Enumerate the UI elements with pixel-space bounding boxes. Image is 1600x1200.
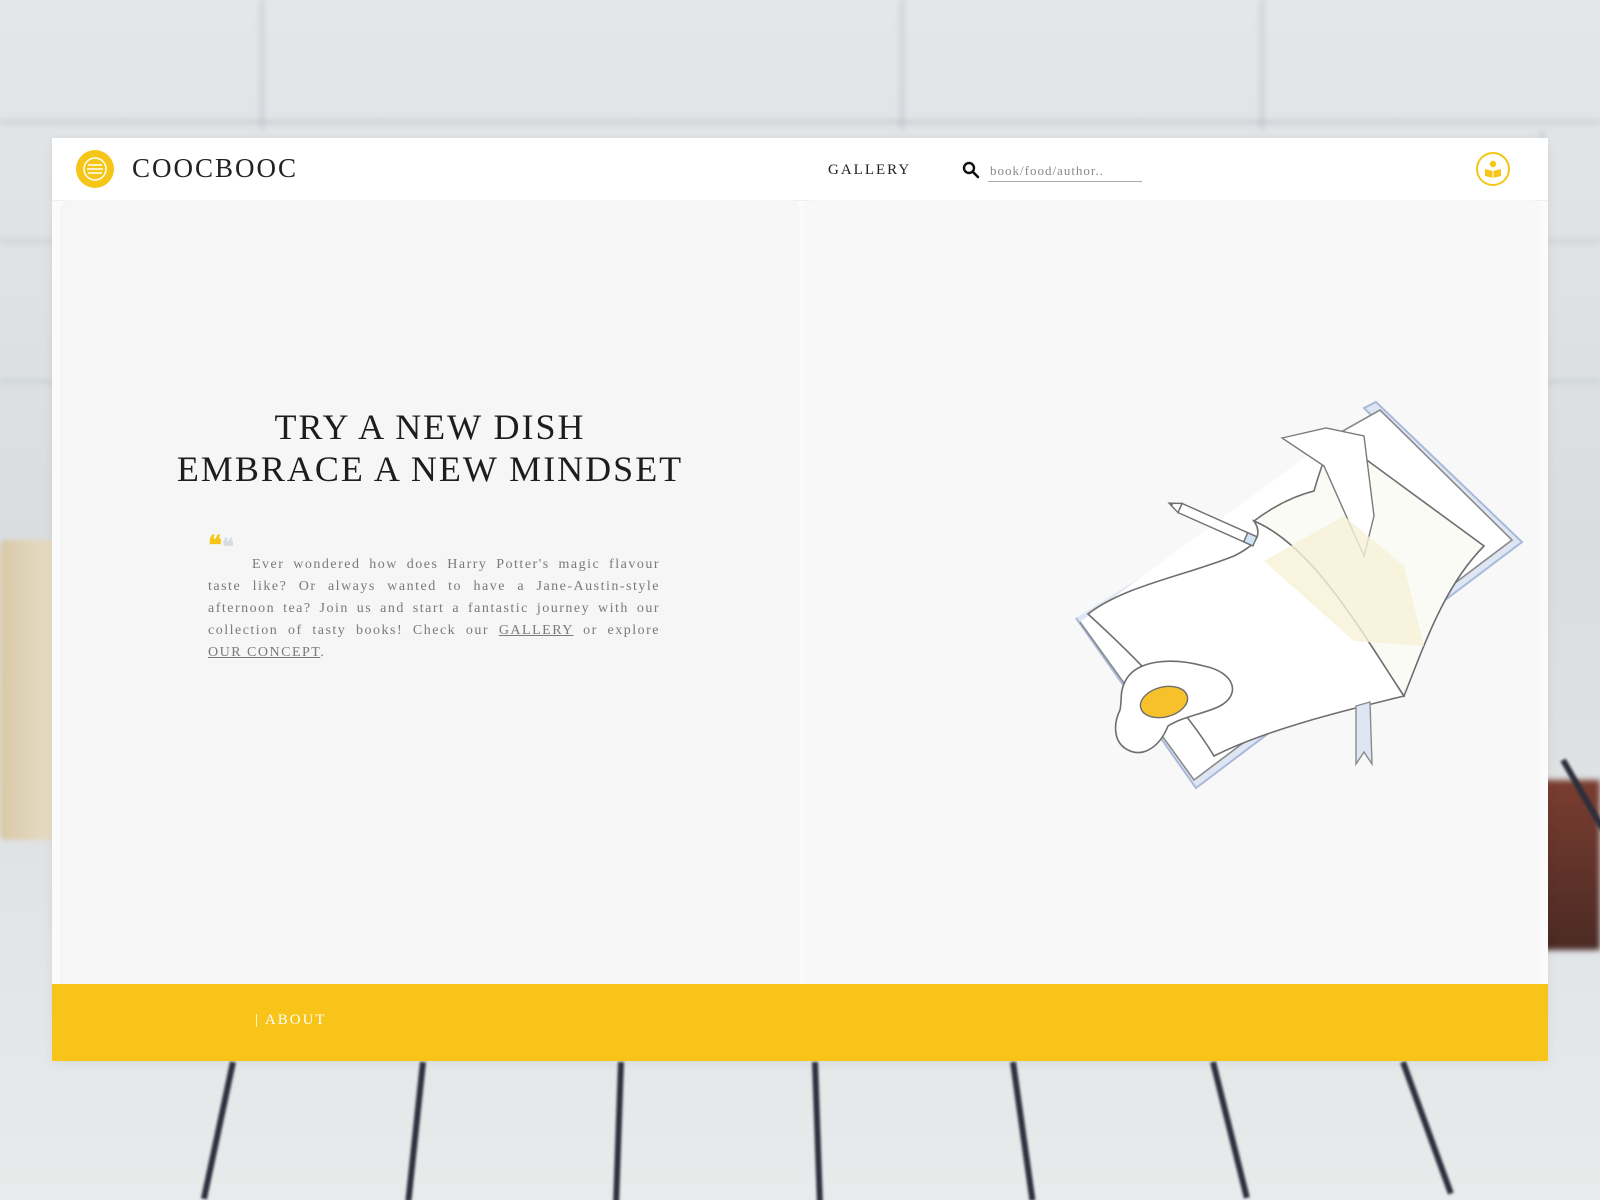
reader-profile-icon[interactable]	[1476, 152, 1510, 186]
search-icon[interactable]	[962, 161, 980, 179]
nav-gallery-link[interactable]: GALLERY	[828, 162, 911, 179]
headline-line-1: TRY A NEW DISH	[274, 407, 586, 447]
hero-text-panel: TRY A NEW DISH EMBRACE A NEW MINDSET ❝❝ …	[60, 200, 800, 984]
main-card: COOCBOOC GALLERY TRY A NEW DISH EMBRACE …	[52, 138, 1548, 1061]
hero-headline: TRY A NEW DISH EMBRACE A NEW MINDSET	[60, 406, 800, 490]
intro-paragraph: Ever wondered how does Harry Potter's ma…	[208, 554, 660, 664]
brand-name[interactable]: COOCBOOC	[132, 153, 298, 184]
intro-gallery-link[interactable]: GALLERY	[499, 623, 574, 638]
top-navbar: COOCBOOC GALLERY	[52, 138, 1548, 201]
search-input[interactable]	[988, 161, 1142, 182]
footer-about-link[interactable]: | ABOUT	[255, 1012, 327, 1029]
lemon-slice-icon[interactable]	[76, 150, 114, 188]
open-book-illustration	[1075, 400, 1524, 790]
intro-text-end: .	[320, 645, 326, 660]
intro-concept-link[interactable]: OUR CONCEPT	[208, 645, 320, 660]
intro-text-or: or explore	[573, 623, 660, 638]
headline-line-2: EMBRACE A NEW MINDSET	[176, 449, 684, 489]
footer-bar: | ABOUT	[52, 984, 1548, 1061]
